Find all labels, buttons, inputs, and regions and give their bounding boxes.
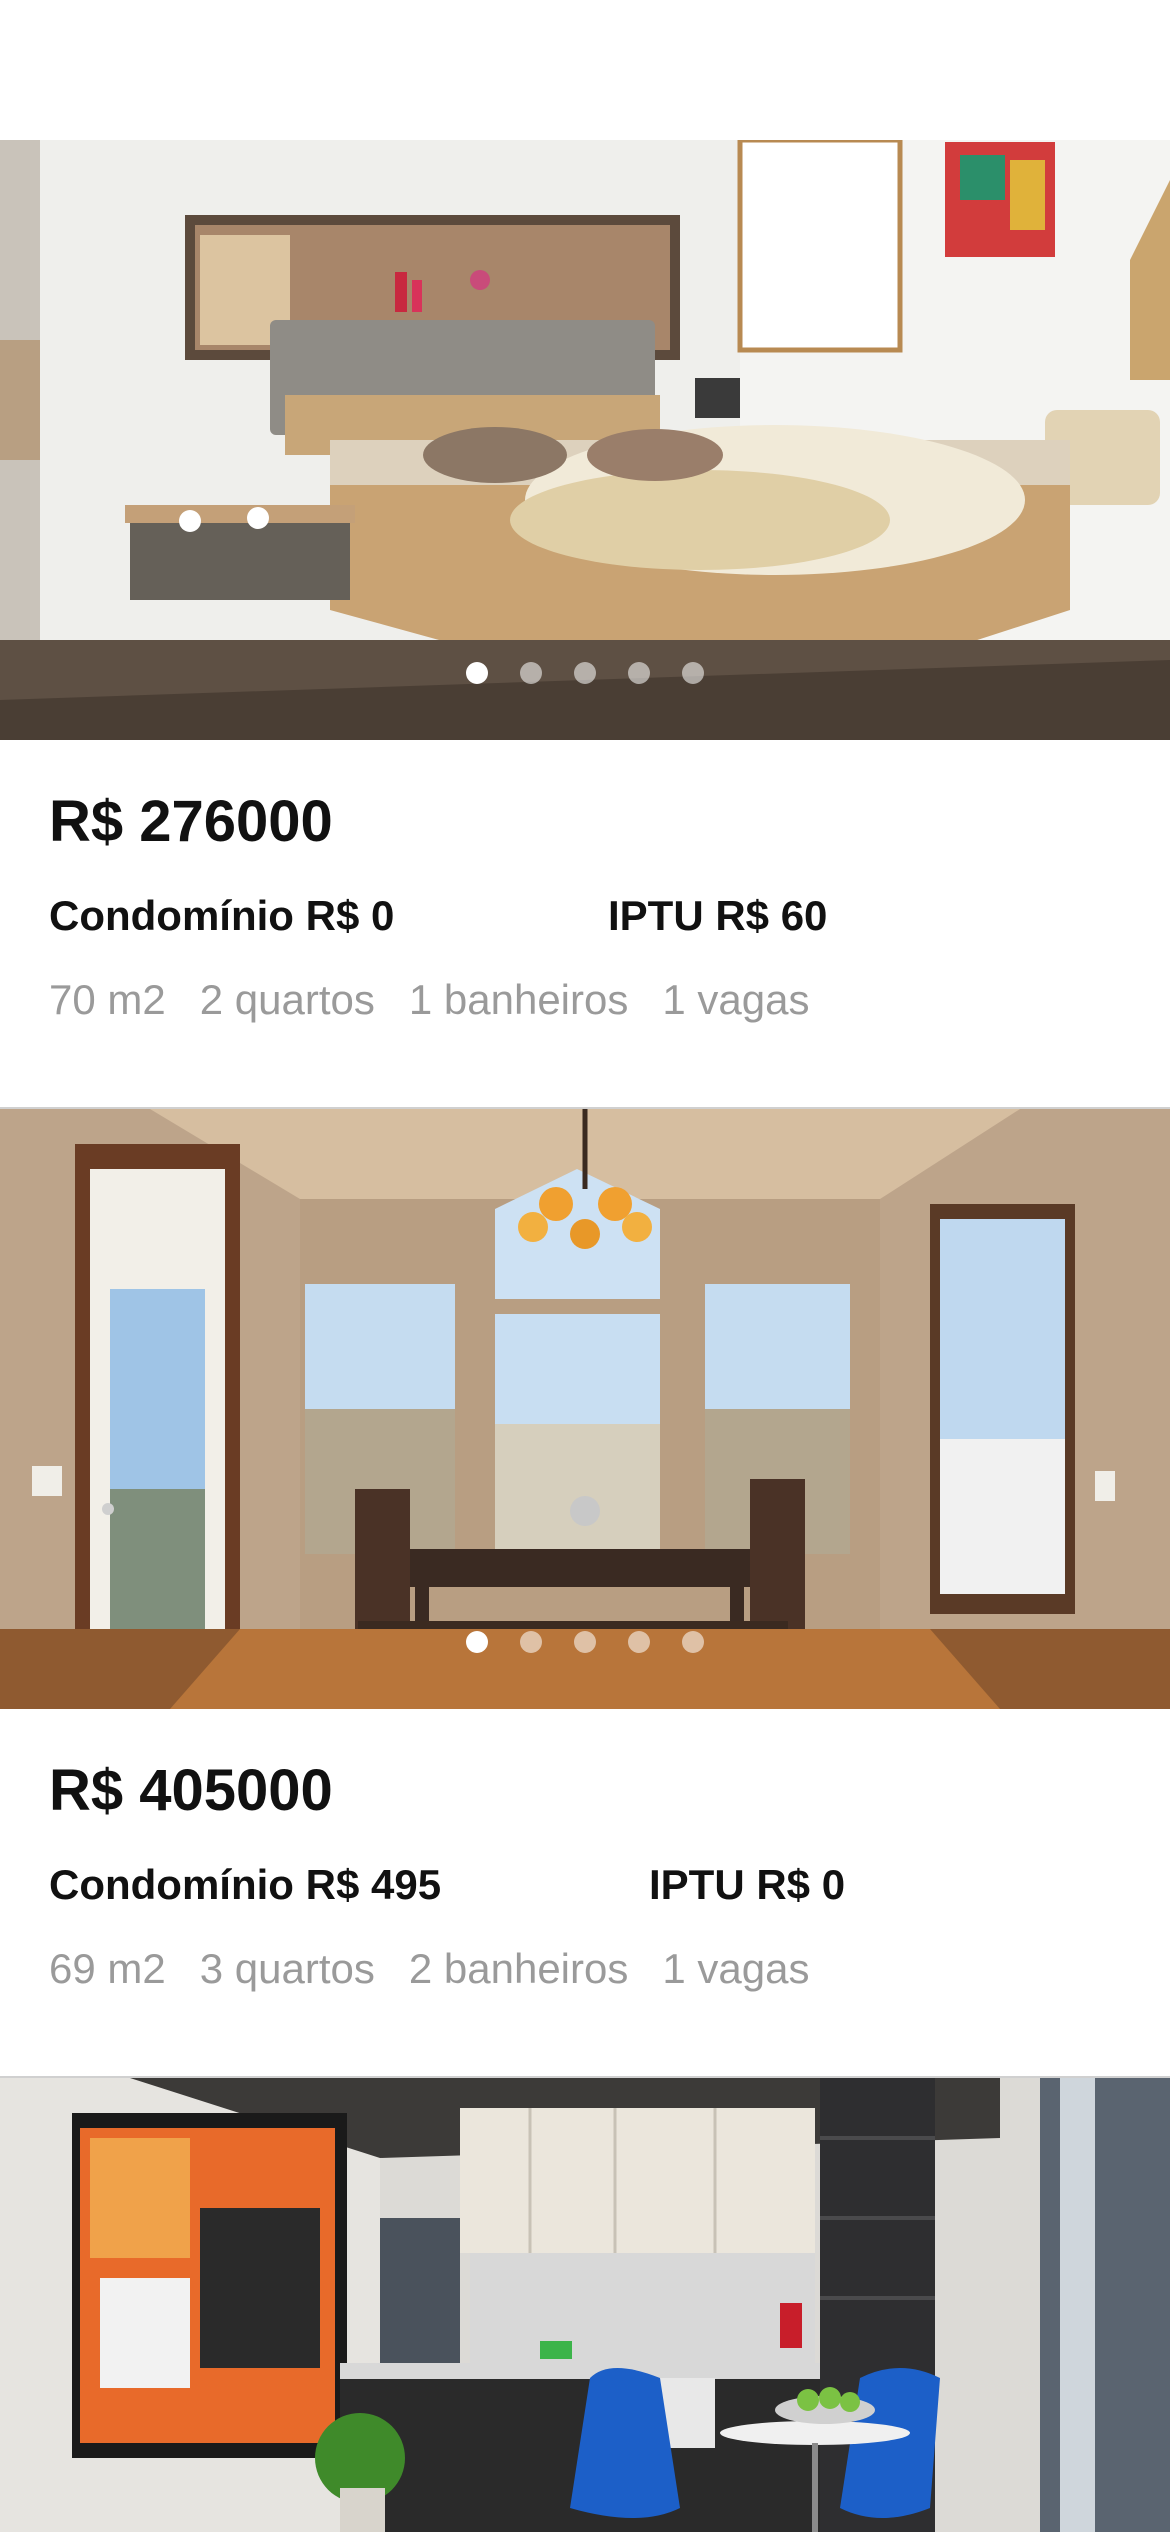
carousel-dot-5[interactable] bbox=[682, 662, 704, 684]
condominio-fee: Condomínio R$ 495 bbox=[49, 1861, 442, 1908]
listing-fees: Condomínio R$ 0 IPTU R$ 60 bbox=[49, 892, 1049, 952]
carousel-dot-2[interactable] bbox=[520, 1631, 542, 1653]
carousel-dot-3[interactable] bbox=[574, 1631, 596, 1653]
spec-area: 70 m2 bbox=[49, 976, 166, 1023]
spec-bedrooms: 2 quartos bbox=[199, 976, 375, 1023]
spec-parking: 1 vagas bbox=[662, 1945, 810, 1992]
listing-specs: 70 m2 2 quartos 1 banheiros 1 vagas bbox=[49, 976, 809, 1024]
listing-price: R$ 405000 bbox=[49, 1758, 333, 1823]
listing-card-2[interactable]: R$ 405000 Condomínio R$ 495 IPTU R$ 0 69… bbox=[0, 1109, 1170, 2077]
carousel-dot-1[interactable] bbox=[466, 662, 488, 684]
carousel-dot-2[interactable] bbox=[520, 662, 542, 684]
carousel-dot-4[interactable] bbox=[628, 1631, 650, 1653]
listing-card-3[interactable] bbox=[0, 2078, 1170, 2532]
carousel-dot-3[interactable] bbox=[574, 662, 596, 684]
listing-photo-carousel[interactable] bbox=[0, 140, 1170, 740]
iptu-fee: IPTU R$ 60 bbox=[608, 892, 828, 939]
carousel-dot-4[interactable] bbox=[628, 662, 650, 684]
spec-bathrooms: 2 banheiros bbox=[408, 1945, 629, 1992]
carousel-indicator[interactable] bbox=[0, 662, 1170, 684]
spec-bedrooms: 3 quartos bbox=[199, 1945, 375, 1992]
dining-room-photo bbox=[0, 1109, 1170, 1709]
listing-photo-carousel[interactable] bbox=[0, 1109, 1170, 1709]
spec-bathrooms: 1 banheiros bbox=[408, 976, 629, 1023]
condominio-fee: Condomínio R$ 0 bbox=[49, 892, 395, 939]
carousel-dot-1[interactable] bbox=[466, 1631, 488, 1653]
listing-info: R$ 276000 bbox=[49, 788, 333, 855]
carousel-indicator[interactable] bbox=[0, 1631, 1170, 1653]
listing-price: R$ 276000 bbox=[49, 789, 333, 854]
listing-specs: 69 m2 3 quartos 2 banheiros 1 vagas bbox=[49, 1945, 809, 1993]
listing-photo-carousel[interactable] bbox=[0, 2078, 1170, 2532]
listing-fees: Condomínio R$ 495 IPTU R$ 0 bbox=[49, 1861, 1049, 1921]
listing-info: R$ 405000 bbox=[49, 1757, 333, 1824]
iptu-fee: IPTU R$ 0 bbox=[649, 1861, 846, 1908]
status-bar-area bbox=[0, 0, 1170, 140]
kitchen-photo bbox=[0, 2078, 1170, 2532]
bedroom-photo bbox=[0, 140, 1170, 740]
carousel-dot-5[interactable] bbox=[682, 1631, 704, 1653]
spec-area: 69 m2 bbox=[49, 1945, 166, 1992]
spec-parking: 1 vagas bbox=[662, 976, 810, 1023]
listing-card-1[interactable]: R$ 276000 Condomínio R$ 0 IPTU R$ 60 70 … bbox=[0, 140, 1170, 1108]
